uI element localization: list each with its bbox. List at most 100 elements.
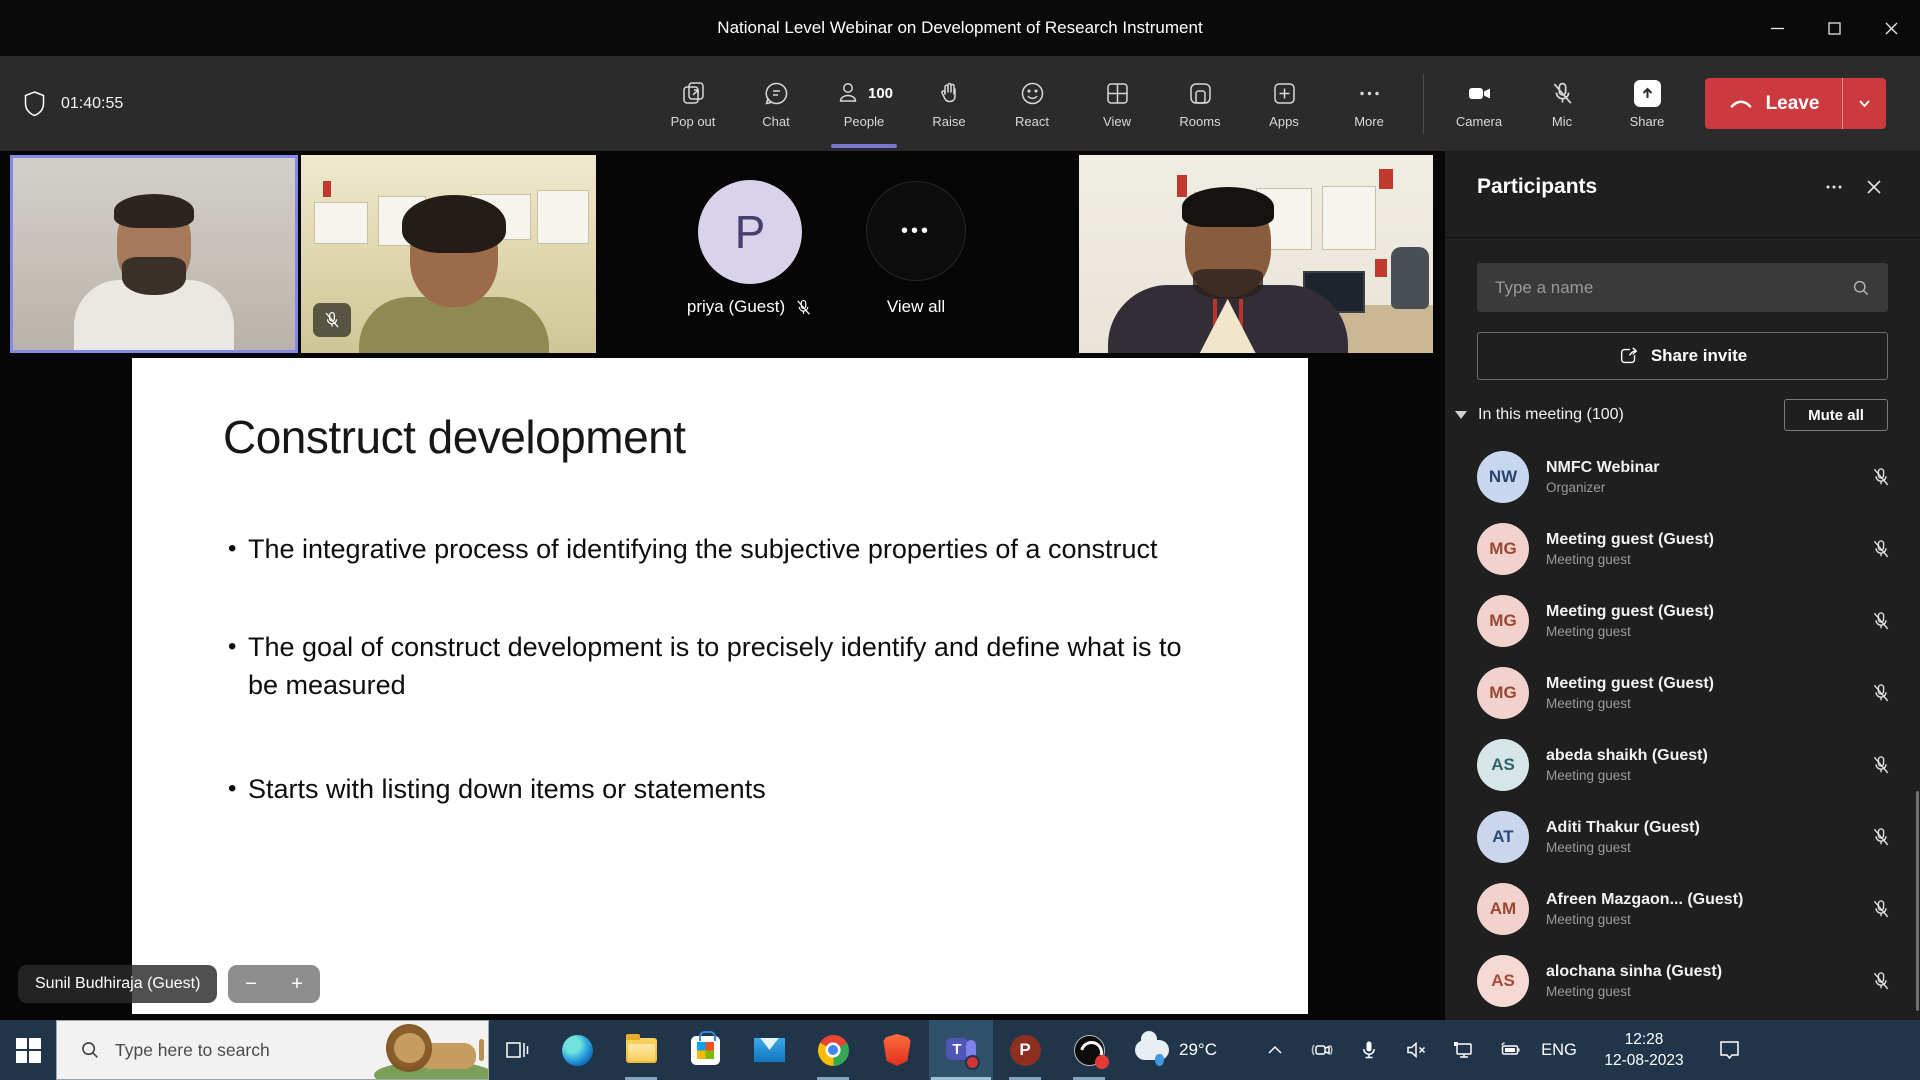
chevron-down-icon[interactable] [1455, 411, 1467, 419]
mic-muted-icon[interactable] [1870, 466, 1892, 488]
mic-muted-icon [1549, 80, 1576, 107]
taskbar-app-edge[interactable] [545, 1020, 609, 1080]
tray-mic[interactable] [1345, 1020, 1392, 1080]
mic-muted-icon[interactable] [1870, 682, 1892, 704]
participant-name: Meeting guest (Guest) [1546, 531, 1714, 548]
popout-button[interactable]: Pop out [651, 64, 735, 144]
zoom-out-button[interactable]: − [245, 974, 257, 994]
leave-options-button[interactable] [1842, 78, 1886, 129]
search-highlight-lion-image[interactable] [380, 1021, 488, 1079]
participants-more-button[interactable] [1814, 171, 1854, 203]
chrome-icon [818, 1035, 849, 1066]
participant-row[interactable]: AT Aditi Thakur (Guest)Meeting guest [1445, 801, 1920, 873]
taskbar-app-obs[interactable] [1057, 1020, 1121, 1080]
tray-network[interactable] [1439, 1020, 1486, 1080]
participant-row[interactable]: AM Afreen Mazgaon... (Guest)Meeting gues… [1445, 873, 1920, 945]
rooms-icon [1187, 80, 1214, 107]
leave-button[interactable]: Leave [1705, 78, 1886, 129]
mic-muted-icon[interactable] [1870, 610, 1892, 632]
microsoft-store-icon [691, 1036, 720, 1065]
participant-name: alochana sinha (Guest) [1546, 963, 1722, 980]
panel-divider [1445, 237, 1920, 238]
avatar: AM [1477, 883, 1529, 935]
chat-button[interactable]: Chat [734, 64, 818, 144]
react-button[interactable]: React [990, 64, 1074, 144]
tray-battery[interactable] [1486, 1020, 1533, 1080]
zoom-in-button[interactable]: + [291, 974, 303, 994]
start-button[interactable] [0, 1020, 56, 1080]
view-all-button[interactable]: ••• [866, 181, 966, 281]
more-button[interactable]: More [1327, 64, 1411, 144]
task-view-button[interactable] [489, 1020, 545, 1080]
action-center-button[interactable] [1703, 1020, 1755, 1080]
window-titlebar: National Level Webinar on Development of… [0, 0, 1920, 56]
people-button[interactable]: 100 People [817, 64, 911, 144]
share-invite-button[interactable]: Share invite [1477, 332, 1888, 380]
taskbar-search[interactable] [56, 1020, 489, 1080]
taskbar-app-mail[interactable] [737, 1020, 801, 1080]
avatar: AS [1477, 955, 1529, 1007]
apps-icon [1271, 80, 1298, 107]
battery-icon [1498, 1038, 1522, 1062]
maximize-button[interactable] [1806, 0, 1863, 56]
language-indicator[interactable]: ENG [1533, 1041, 1585, 1060]
slide-zoom-controls: − + [228, 965, 320, 1003]
taskbar-search-input[interactable] [115, 1040, 325, 1061]
video-feed-3 [1079, 155, 1433, 353]
participant-row[interactable]: MG Meeting guest (Guest)Meeting guest [1445, 657, 1920, 729]
participant-search-input[interactable] [1477, 278, 1851, 298]
panel-scrollbar[interactable] [1916, 791, 1919, 1011]
tray-volume[interactable] [1392, 1020, 1439, 1080]
weather-widget[interactable]: 29°C [1135, 1040, 1251, 1060]
mic-muted-icon[interactable] [1870, 970, 1892, 992]
taskbar-app-store[interactable] [673, 1020, 737, 1080]
meeting-stage: P priya (Guest) ••• View all [0, 151, 1445, 1020]
view-button[interactable]: View [1075, 64, 1159, 144]
participant-row[interactable]: MG Meeting guest (Guest)Meeting guest [1445, 513, 1920, 585]
camera-button[interactable]: Camera [1437, 64, 1521, 144]
timer-text: 01:40:55 [61, 95, 123, 113]
rooms-button[interactable]: Rooms [1158, 64, 1242, 144]
minimize-button[interactable] [1749, 0, 1806, 56]
tray-camera[interactable] [1298, 1020, 1345, 1080]
share-button[interactable]: Share [1605, 64, 1689, 144]
mic-muted-icon[interactable] [1870, 898, 1892, 920]
taskbar-app-teams[interactable]: T [929, 1020, 993, 1080]
system-tray: 29°C ENG 12:28 12-08-2023 [1135, 1020, 1755, 1080]
apps-button[interactable]: Apps [1242, 64, 1326, 144]
mic-muted-icon[interactable] [1870, 754, 1892, 776]
people-icon [835, 80, 862, 107]
close-icon [1864, 177, 1884, 197]
mic-muted-icon[interactable] [1870, 538, 1892, 560]
obs-icon [1074, 1035, 1105, 1066]
close-button[interactable] [1863, 0, 1920, 56]
taskbar-app-chrome[interactable] [801, 1020, 865, 1080]
participant-row[interactable]: NW NMFC WebinarOrganizer [1445, 441, 1920, 513]
mic-muted-icon[interactable] [1870, 826, 1892, 848]
participant-name: abeda shaikh (Guest) [1546, 747, 1708, 764]
video-tile-1[interactable] [10, 155, 298, 353]
mic-button[interactable]: Mic [1520, 64, 1604, 144]
taskbar-app-brave[interactable] [865, 1020, 929, 1080]
raise-hand-button[interactable]: Raise [907, 64, 991, 144]
clock[interactable]: 12:28 12-08-2023 [1585, 1029, 1703, 1071]
taskbar-app-psiphon[interactable]: P [993, 1020, 1057, 1080]
shield-icon [22, 90, 47, 118]
participant-row[interactable]: AS abeda shaikh (Guest)Meeting guest [1445, 729, 1920, 801]
chat-icon [763, 80, 790, 107]
participant-search[interactable] [1477, 263, 1888, 312]
video-tile-2[interactable] [301, 155, 596, 353]
participants-close-button[interactable] [1854, 171, 1894, 203]
video-tile-3[interactable] [1079, 155, 1433, 353]
more-icon [1824, 177, 1844, 197]
ellipsis-icon: ••• [901, 220, 931, 243]
tray-expand-button[interactable] [1251, 1020, 1298, 1080]
taskbar-app-file-explorer[interactable] [609, 1020, 673, 1080]
view-all-label: View all [846, 297, 986, 317]
participant-row[interactable]: AS alochana sinha (Guest)Meeting guest [1445, 945, 1920, 1017]
participant-row[interactable]: MG Meeting guest (Guest)Meeting guest [1445, 585, 1920, 657]
mic-tray-icon [1357, 1038, 1381, 1062]
avatar: NW [1477, 451, 1529, 503]
participant-avatar-priya[interactable]: P [698, 180, 802, 284]
mute-all-button[interactable]: Mute all [1784, 399, 1888, 431]
